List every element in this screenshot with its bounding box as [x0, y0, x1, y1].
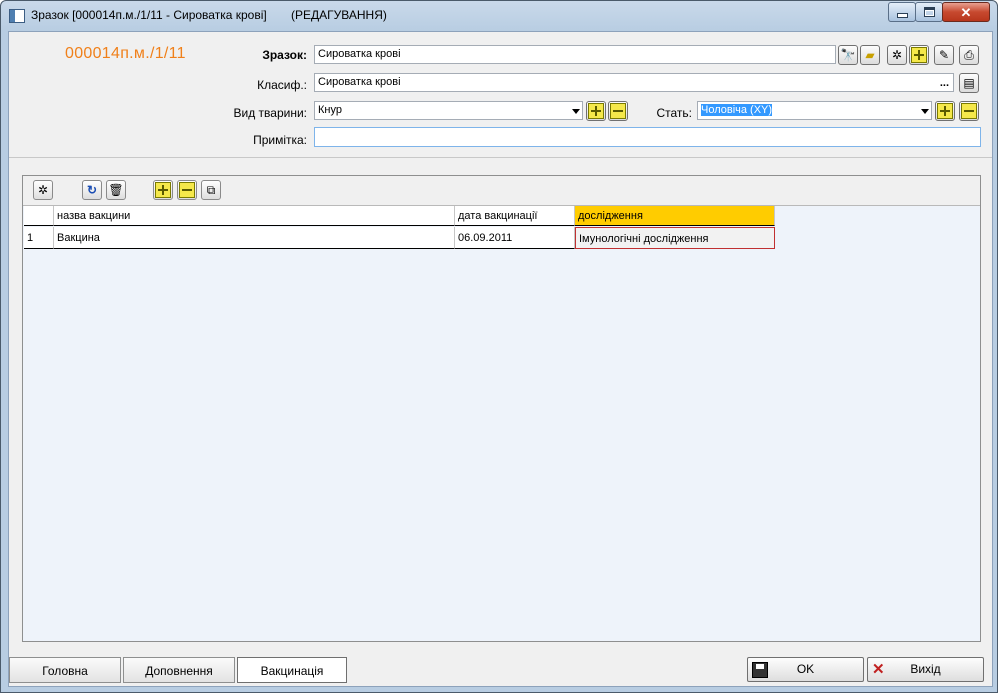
sex-select[interactable]: Чоловіча (XY): [697, 101, 932, 120]
column-header-num[interactable]: [24, 206, 54, 226]
column-header-research[interactable]: дослідження: [575, 206, 775, 226]
maximize-icon: [923, 7, 935, 17]
binoculars-icon: 🔭: [840, 48, 856, 62]
row-number[interactable]: 1: [24, 227, 54, 249]
search-button[interactable]: 🔭: [838, 45, 858, 65]
minus-icon: [961, 103, 977, 119]
maximize-button[interactable]: [915, 2, 943, 22]
copy-row-button[interactable]: ⧉: [201, 180, 221, 200]
sex-label: Стать:: [656, 106, 692, 120]
add-row-button[interactable]: [153, 180, 173, 200]
tab-addition[interactable]: Доповнення: [123, 657, 235, 683]
add-sex-button[interactable]: [935, 101, 955, 121]
exit-button[interactable]: ✕ Вихід: [867, 657, 984, 682]
grid-wizard-button[interactable]: ✲: [33, 180, 53, 200]
grid-toolbar: ✲ ↻ 🗑 ⧉: [23, 176, 980, 206]
plus-icon: [911, 47, 927, 63]
classifier-browse[interactable]: ...: [940, 75, 949, 92]
ok-label: OK: [796, 662, 815, 676]
note-field[interactable]: [314, 127, 981, 147]
sex-value: Чоловіча (XY): [701, 104, 773, 116]
add-sample-button[interactable]: [909, 45, 929, 65]
vaccination-grid-panel: ✲ ↻ 🗑 ⧉ назва вакцини дата вакцинації до…: [22, 175, 981, 642]
window-title: Зразок [000014п.м./1/11 - Сироватка кров…: [31, 8, 267, 22]
classifier-label: Класиф.:: [257, 78, 307, 92]
title-bar[interactable]: Зразок [000014п.м./1/11 - Сироватка кров…: [1, 1, 997, 31]
open-folder-button[interactable]: ▰: [860, 45, 880, 65]
refresh-button[interactable]: ↻: [82, 180, 102, 200]
document-icon: ▤: [963, 76, 975, 90]
tab-vaccination[interactable]: Вакцинація: [237, 657, 347, 683]
header-divider: [9, 157, 992, 158]
plus-icon: [155, 182, 171, 198]
cell-research[interactable]: Імунологічні дослідження: [575, 227, 775, 249]
close-icon: ✕: [960, 4, 972, 20]
animal-type-value: Кнур: [318, 104, 342, 116]
magic-wand-icon: ✲: [37, 183, 49, 197]
print-button[interactable]: ⎙: [959, 45, 979, 65]
minus-icon: [179, 182, 195, 198]
sample-code: 000014п.м./1/11: [65, 45, 186, 62]
remove-sex-button[interactable]: [959, 101, 979, 121]
exit-label: Вихід: [910, 662, 941, 676]
pencil-icon: ✎: [938, 48, 950, 62]
remove-animal-type-button[interactable]: [608, 101, 628, 121]
animal-type-label: Вид тварини:: [233, 106, 308, 120]
close-button[interactable]: ✕: [942, 2, 990, 22]
folder-icon: ▰: [865, 48, 875, 62]
chevron-down-icon: [572, 109, 580, 114]
minimize-icon: [896, 12, 908, 18]
chevron-down-icon: [921, 109, 929, 114]
trash-icon: 🗑: [108, 183, 124, 197]
sample-field[interactable]: Сироватка крові: [314, 45, 836, 64]
app-window-icon: [9, 9, 25, 23]
application-window: Зразок [000014п.м./1/11 - Сироватка кров…: [0, 0, 998, 693]
note-label: Примітка:: [253, 133, 307, 147]
ok-button[interactable]: OK: [747, 657, 864, 682]
window-mode: (РЕДАГУВАННЯ): [291, 8, 387, 22]
bottom-bar: Головна Доповнення Вакцинація OK ✕ Вихід: [9, 649, 992, 686]
remove-row-button[interactable]: [177, 180, 197, 200]
edit-sample-button[interactable]: ✎: [934, 45, 954, 65]
copy-icon: ⧉: [206, 182, 216, 197]
delete-button[interactable]: 🗑: [106, 180, 126, 200]
classifier-document-button[interactable]: ▤: [959, 73, 979, 93]
wizard-button[interactable]: ✲: [887, 45, 907, 65]
column-header-date[interactable]: дата вакцинації: [455, 206, 575, 226]
printer-icon: ⎙: [964, 47, 974, 62]
cell-vaccine[interactable]: Вакцина: [54, 227, 455, 249]
minus-icon: [610, 103, 626, 119]
plus-icon: [937, 103, 953, 119]
plus-icon: [588, 103, 604, 119]
column-header-vaccine[interactable]: назва вакцини: [54, 206, 455, 226]
animal-type-select[interactable]: Кнур: [314, 101, 583, 120]
sample-header: 000014п.м./1/11 Зразок: Сироватка крові …: [9, 32, 992, 157]
window-client-area: 000014п.м./1/11 Зразок: Сироватка крові …: [8, 31, 993, 687]
sample-label: Зразок:: [262, 48, 307, 62]
add-animal-type-button[interactable]: [586, 101, 606, 121]
cell-date[interactable]: 06.09.2011: [455, 227, 575, 249]
refresh-icon: ↻: [86, 183, 98, 197]
classifier-field[interactable]: Сироватка крові ...: [314, 73, 954, 92]
minimize-button[interactable]: [888, 2, 916, 22]
classifier-value: Сироватка крові: [318, 76, 401, 88]
magic-wand-icon: ✲: [891, 48, 903, 62]
tab-main[interactable]: Головна: [9, 657, 121, 683]
